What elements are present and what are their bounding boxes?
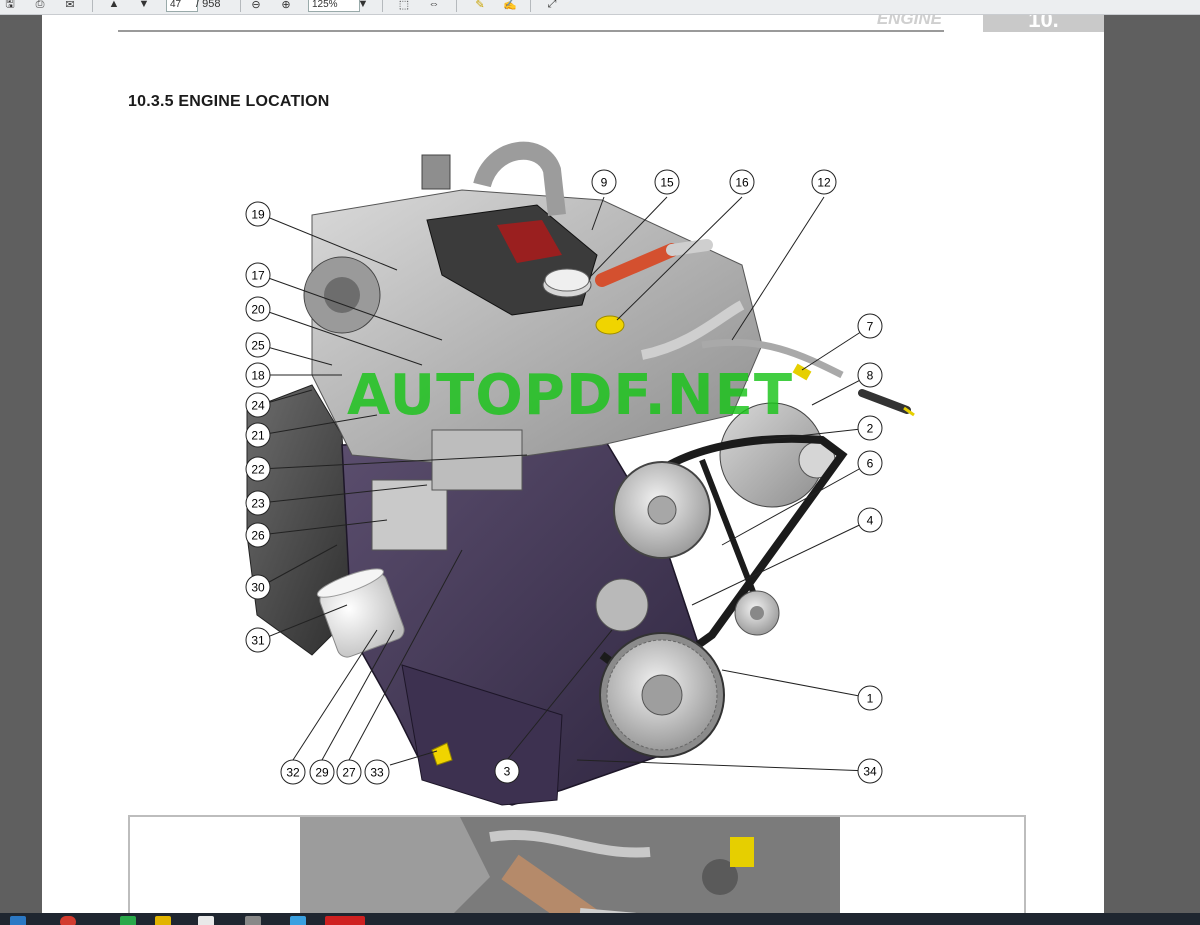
callout-7: 7 [857, 313, 883, 339]
callout-label: 31 [251, 634, 265, 648]
next-page-icon[interactable]: ▼ [134, 0, 154, 12]
callout-label: 21 [251, 429, 265, 443]
toolbar-separator [240, 0, 241, 12]
page-current: 47 [170, 0, 182, 10]
engine-illustration [246, 141, 915, 806]
callout-32: 32 [280, 759, 306, 785]
taskbar [0, 913, 1200, 925]
settings-icon[interactable] [198, 916, 214, 925]
watermark-text: AUTOPDF.NET [347, 363, 794, 428]
callout-6: 6 [857, 450, 883, 476]
callout-label: 9 [601, 176, 608, 190]
fit-width-icon[interactable]: ⇔ [424, 0, 444, 12]
zoom-in-icon[interactable]: ⊕ [276, 0, 296, 12]
toolbar-separator [92, 0, 93, 12]
print-icon[interactable]: ⎙ [30, 0, 50, 12]
save-icon[interactable]: 🖫 [0, 0, 20, 12]
document-page: ENGINE 10. 10.3.5 ENGINE LOCATION 19 17 … [42, 15, 1104, 915]
pdf-toolbar: 🖫 ⎙ ✉ ▲ ▼ 47 / 958 ⊖ ⊕ 125% ▼ ⬚ ⇔ ✎ ✍ ⤢ [0, 0, 1200, 15]
expand-icon[interactable]: ⤢ [542, 0, 562, 12]
callout-label: 12 [817, 176, 831, 190]
callout-label: 3 [504, 765, 511, 779]
callout-label: 26 [251, 529, 265, 543]
zoom-value: 125% [312, 0, 338, 10]
callout-24: 24 [245, 392, 271, 418]
callout-8: 8 [857, 362, 883, 388]
callout-label: 6 [867, 457, 874, 471]
callout-4: 4 [857, 507, 883, 533]
callout-27: 27 [336, 759, 362, 785]
toolbar-separator [456, 0, 457, 12]
email-icon[interactable]: ✉ [60, 0, 80, 12]
tool-icon[interactable] [245, 916, 261, 925]
callout-label: 27 [342, 766, 356, 780]
callout-label: 7 [867, 320, 874, 334]
zoom-out-icon[interactable]: ⊖ [246, 0, 266, 12]
toolbar-separator [530, 0, 531, 12]
callout-label: 8 [867, 369, 874, 383]
callout-label: 16 [735, 176, 749, 190]
callout-label: 4 [867, 514, 874, 528]
start-icon[interactable] [10, 916, 26, 925]
folder-icon[interactable] [155, 916, 171, 925]
callout-21: 21 [245, 422, 271, 448]
app-icon[interactable] [120, 916, 136, 925]
callout-3: 3 [494, 758, 520, 784]
callout-label: 23 [251, 497, 265, 511]
callout-1: 1 [857, 685, 883, 711]
next-engine-figure [300, 817, 840, 915]
callout-16: 16 [729, 169, 755, 195]
callout-15: 15 [654, 169, 680, 195]
next-figure-frame [128, 815, 1026, 915]
fit-page-icon[interactable]: ⬚ [394, 0, 414, 12]
callout-19: 19 [245, 201, 271, 227]
callout-25: 25 [245, 332, 271, 358]
callout-label: 30 [251, 581, 265, 595]
callout-33: 33 [364, 759, 390, 785]
callout-label: 15 [660, 176, 674, 190]
callout-18: 18 [245, 362, 271, 388]
callout-20: 20 [245, 296, 271, 322]
zoom-dropdown-icon[interactable]: ▼ [356, 0, 370, 12]
callout-label: 24 [251, 399, 265, 413]
engine-figure: 19 17 20 25 18 24 21 22 23 26 30 31 9 15… [245, 141, 915, 806]
page-total: / 958 [196, 0, 221, 10]
callout-label: 19 [251, 208, 265, 222]
callout-30: 30 [245, 574, 271, 600]
callout-label: 2 [867, 422, 874, 436]
callout-label: 29 [315, 766, 329, 780]
callout-label: 22 [251, 463, 265, 477]
callout-label: 34 [863, 765, 877, 779]
callout-29: 29 [309, 759, 335, 785]
callout-23: 23 [245, 490, 271, 516]
browser-icon[interactable] [60, 916, 76, 925]
callout-label: 33 [370, 766, 384, 780]
callout-label: 17 [251, 269, 265, 283]
callout-34: 34 [857, 758, 883, 784]
callout-12: 12 [811, 169, 837, 195]
callout-31: 31 [245, 627, 271, 653]
callout-label: 18 [251, 369, 265, 383]
mail-icon[interactable] [290, 916, 306, 925]
callout-26: 26 [245, 522, 271, 548]
callout-label: 25 [251, 339, 265, 353]
callout-label: 32 [286, 766, 300, 780]
toolbar-separator [382, 0, 383, 12]
callout-label: 1 [867, 692, 874, 706]
sign-icon[interactable]: ✍ [500, 0, 520, 12]
zoom-select[interactable]: 125% [308, 0, 360, 12]
callout-17: 17 [245, 262, 271, 288]
callout-2: 2 [857, 415, 883, 441]
page-number-input[interactable]: 47 [166, 0, 198, 12]
pdf-reader-icon[interactable] [325, 916, 365, 925]
comment-icon[interactable]: ✎ [470, 0, 490, 12]
callout-22: 22 [245, 456, 271, 482]
previous-page-icon[interactable]: ▲ [104, 0, 124, 12]
callout-9: 9 [591, 169, 617, 195]
callout-label: 20 [251, 303, 265, 317]
